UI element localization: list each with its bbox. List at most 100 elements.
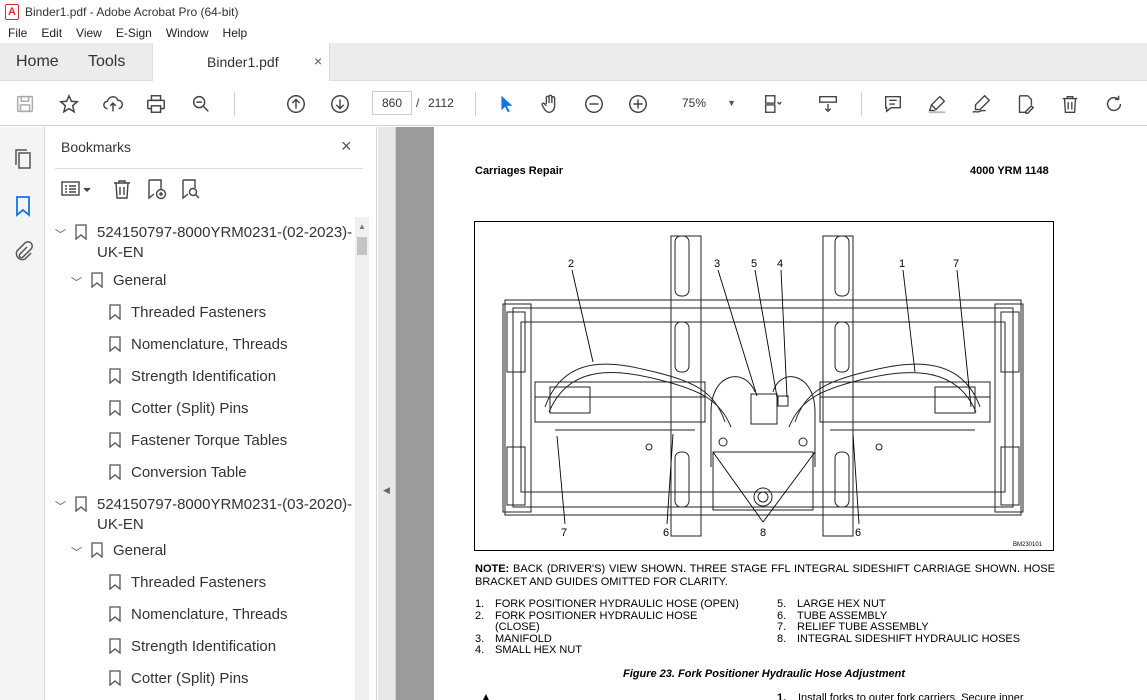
chevron-down-icon: ▼ xyxy=(727,98,736,108)
page-up-icon[interactable] xyxy=(283,91,309,117)
bookmark-label-cont: UK-EN xyxy=(97,516,144,533)
chevron-down-icon[interactable]: ﹀ xyxy=(55,498,69,514)
save-icon[interactable] xyxy=(12,91,38,117)
bookmark-item[interactable]: ﹀ 524150797-8000YRM0231-(03-2020)- UK-EN xyxy=(55,495,352,535)
zoom-in-icon[interactable] xyxy=(625,91,651,117)
bookmark-label: Strength Identification xyxy=(131,368,277,385)
bookmark-item[interactable]: ﹀ General xyxy=(71,541,166,561)
note-text: BACK (DRIVER'S) VIEW SHOWN. THREE STAGE … xyxy=(475,563,1055,588)
highlight-icon[interactable] xyxy=(924,91,950,117)
bookmarks-icon[interactable] xyxy=(11,194,35,218)
pdf-page: Carriages Repair 4000 YRM 1148 2 3 5 4 1… xyxy=(434,127,1147,700)
bookmark-item[interactable]: Cotter (Split) Pins xyxy=(103,669,249,689)
bookmark-item[interactable]: ﹀ 524150797-8000YRM0231-(02-2023)- UK-EN xyxy=(55,223,352,263)
callout-label: 6 xyxy=(855,527,861,539)
bookmarks-title: Bookmarks xyxy=(61,139,132,155)
scroll-mode-icon[interactable] xyxy=(815,91,841,117)
toolbar: 860 / 2112 75% ▼ xyxy=(0,82,1147,126)
bookmark-item[interactable]: Threaded Fasteners xyxy=(103,303,266,323)
options-menu-icon[interactable] xyxy=(60,177,91,201)
collapse-left-icon[interactable]: ◀ xyxy=(383,485,390,496)
bookmark-label: Threaded Fasteners xyxy=(131,574,267,591)
tab-close-icon[interactable]: × xyxy=(314,53,322,69)
bookmark-item[interactable]: Strength Identification xyxy=(103,367,276,387)
panel-collapse-handle[interactable]: ◀ xyxy=(378,127,396,700)
bookmarks-toolbar xyxy=(60,177,360,203)
bookmark-label: Strength Identification xyxy=(131,638,277,655)
callout-label: 2 xyxy=(568,258,574,270)
legend-right: 5. LARGE HEX NUT 6. TUBE ASSEMBLY 7. RELIEF… xyxy=(777,598,1020,645)
menu-view[interactable]: View xyxy=(68,26,108,40)
chevron-down-icon[interactable]: ﹀ xyxy=(55,226,69,242)
bookmark-label: General xyxy=(113,272,167,289)
menu-esign[interactable]: E-Sign xyxy=(108,26,158,40)
upload-icon[interactable] xyxy=(100,91,126,117)
bookmark-label: Nomenclature, Threads xyxy=(131,606,288,623)
scroll-up-icon[interactable]: ▲ xyxy=(358,222,366,231)
callout-label: 3 xyxy=(714,258,720,270)
page-layout-icon[interactable] xyxy=(760,91,786,117)
delete-icon[interactable] xyxy=(1057,91,1083,117)
chevron-down-icon[interactable]: ﹀ xyxy=(71,274,85,290)
scrollbar-thumb[interactable] xyxy=(357,237,367,255)
divider xyxy=(55,168,363,169)
attachments-icon[interactable] xyxy=(11,240,35,264)
bookmark-label: Conversion Table xyxy=(131,464,247,481)
technical-figure: 2 3 5 4 1 7 7 6 8 6 BM230101 xyxy=(474,221,1054,551)
comment-icon[interactable] xyxy=(880,91,906,117)
bookmark-icon xyxy=(109,574,121,590)
bookmark-label: Cotter (Split) Pins xyxy=(131,400,249,417)
bookmark-item[interactable]: Cotter (Split) Pins xyxy=(103,399,249,419)
zoom-out-icon[interactable] xyxy=(581,91,607,117)
bookmark-item[interactable]: Threaded Fasteners xyxy=(103,573,266,593)
print-icon[interactable] xyxy=(143,91,169,117)
close-icon[interactable]: × xyxy=(341,136,352,157)
page-thumbnails-icon[interactable] xyxy=(11,147,35,171)
menu-help[interactable]: Help xyxy=(215,26,254,40)
select-arrow-icon[interactable] xyxy=(493,91,519,117)
bookmarks-tree: ﹀ 524150797-8000YRM0231-(02-2023)- UK-EN … xyxy=(45,217,357,700)
tab-document[interactable]: Binder1.pdf × xyxy=(152,43,330,81)
menu-file[interactable]: File xyxy=(0,26,33,40)
zoom-value: 75% xyxy=(682,96,707,110)
bookmark-label: Nomenclature, Threads xyxy=(131,336,288,353)
hand-icon[interactable] xyxy=(537,91,563,117)
note-label: NOTE: xyxy=(475,563,510,575)
delete-bookmark-icon[interactable] xyxy=(110,177,134,201)
sign-icon[interactable] xyxy=(968,91,994,117)
toolbar-divider xyxy=(234,92,235,116)
page-number-input[interactable]: 860 xyxy=(372,91,412,115)
document-viewer[interactable]: ◀ Carriages Repair 4000 YRM 1148 2 3 5 4… xyxy=(378,127,1147,700)
tab-tools[interactable]: Tools xyxy=(88,53,125,71)
page-down-icon[interactable] xyxy=(327,91,353,117)
tab-document-label: Binder1.pdf xyxy=(207,54,279,70)
left-navigation-rail xyxy=(0,127,45,700)
acrobat-app-icon: A xyxy=(5,3,19,20)
bookmark-label: Fastener Torque Tables xyxy=(131,432,288,449)
bookmark-item[interactable]: Nomenclature, Threads xyxy=(103,335,287,355)
menu-edit[interactable]: Edit xyxy=(33,26,68,40)
new-bookmark-icon[interactable] xyxy=(144,177,168,201)
zoom-dropdown[interactable]: 75% ▼ xyxy=(672,91,742,115)
tab-home[interactable]: Home xyxy=(16,53,59,71)
page-total: 2112 xyxy=(428,96,454,110)
chevron-down-icon[interactable]: ﹀ xyxy=(71,544,85,560)
menu-window[interactable]: Window xyxy=(158,26,215,40)
bookmark-label: Cotter (Split) Pins xyxy=(131,670,249,687)
tab-bar: Home Tools Binder1.pdf × xyxy=(0,43,1147,81)
bookmark-item[interactable]: Nomenclature, Threads xyxy=(103,605,287,625)
rotate-icon[interactable] xyxy=(1101,91,1127,117)
bookmarks-scrollbar[interactable]: ▲ xyxy=(355,217,369,700)
bookmark-item[interactable]: Fastener Torque Tables xyxy=(103,431,287,451)
edit-pdf-icon[interactable] xyxy=(1012,91,1038,117)
figure-caption: Figure 23. Fork Positioner Hydraulic Hos… xyxy=(623,668,905,680)
search-zoom-icon[interactable] xyxy=(188,91,214,117)
bookmark-icon xyxy=(91,272,103,288)
star-icon[interactable] xyxy=(56,91,82,117)
callout-label: 7 xyxy=(953,258,959,270)
bookmark-item[interactable]: Conversion Table xyxy=(103,463,247,483)
bookmark-icon xyxy=(109,368,121,384)
bookmark-item[interactable]: Strength Identification xyxy=(103,637,276,657)
find-bookmark-icon[interactable] xyxy=(178,177,202,201)
bookmark-item[interactable]: ﹀ General xyxy=(71,271,166,291)
